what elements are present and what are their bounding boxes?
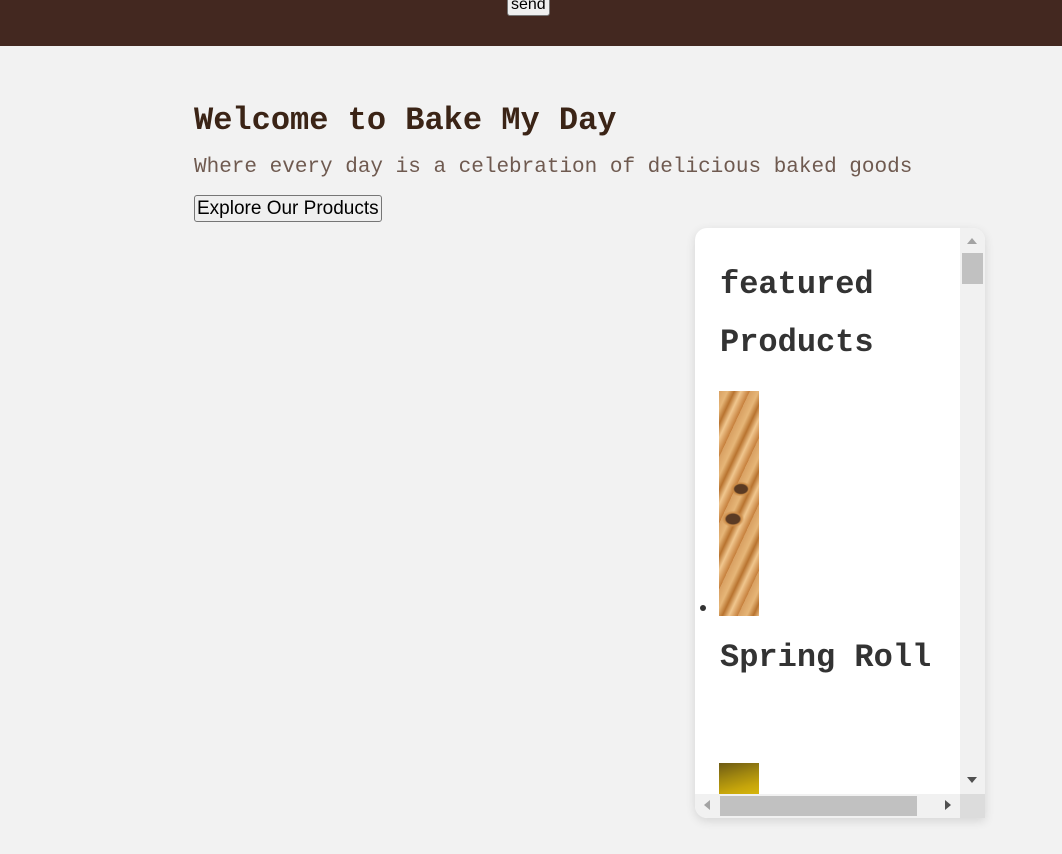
product-name: Spring Roll xyxy=(720,639,932,676)
hero-subtitle: Where every day is a celebration of deli… xyxy=(194,156,913,179)
scroll-left-arrow-icon[interactable] xyxy=(704,800,710,810)
top-nav-bar: send xyxy=(0,0,1062,46)
product-image xyxy=(719,763,759,794)
explore-products-button[interactable]: Explore Our Products xyxy=(194,195,382,222)
scroll-up-arrow-icon[interactable] xyxy=(967,238,977,244)
vertical-scrollbar[interactable] xyxy=(960,228,985,794)
featured-products-panel[interactable]: featured Products Spring Roll xyxy=(695,228,985,818)
vertical-scroll-thumb[interactable] xyxy=(962,253,983,284)
horizontal-scrollbar[interactable] xyxy=(695,794,960,818)
send-button[interactable]: send xyxy=(507,0,550,16)
list-bullet xyxy=(700,605,706,611)
horizontal-scroll-thumb[interactable] xyxy=(720,796,917,816)
hero-title: Welcome to Bake My Day xyxy=(194,102,617,139)
scrollbar-corner xyxy=(960,794,985,818)
featured-products-content: featured Products Spring Roll xyxy=(695,228,960,794)
spring-roll-image xyxy=(719,391,759,616)
featured-products-title: featured Products xyxy=(720,266,874,361)
scroll-right-arrow-icon[interactable] xyxy=(945,800,951,810)
scroll-down-arrow-icon[interactable] xyxy=(967,777,977,783)
